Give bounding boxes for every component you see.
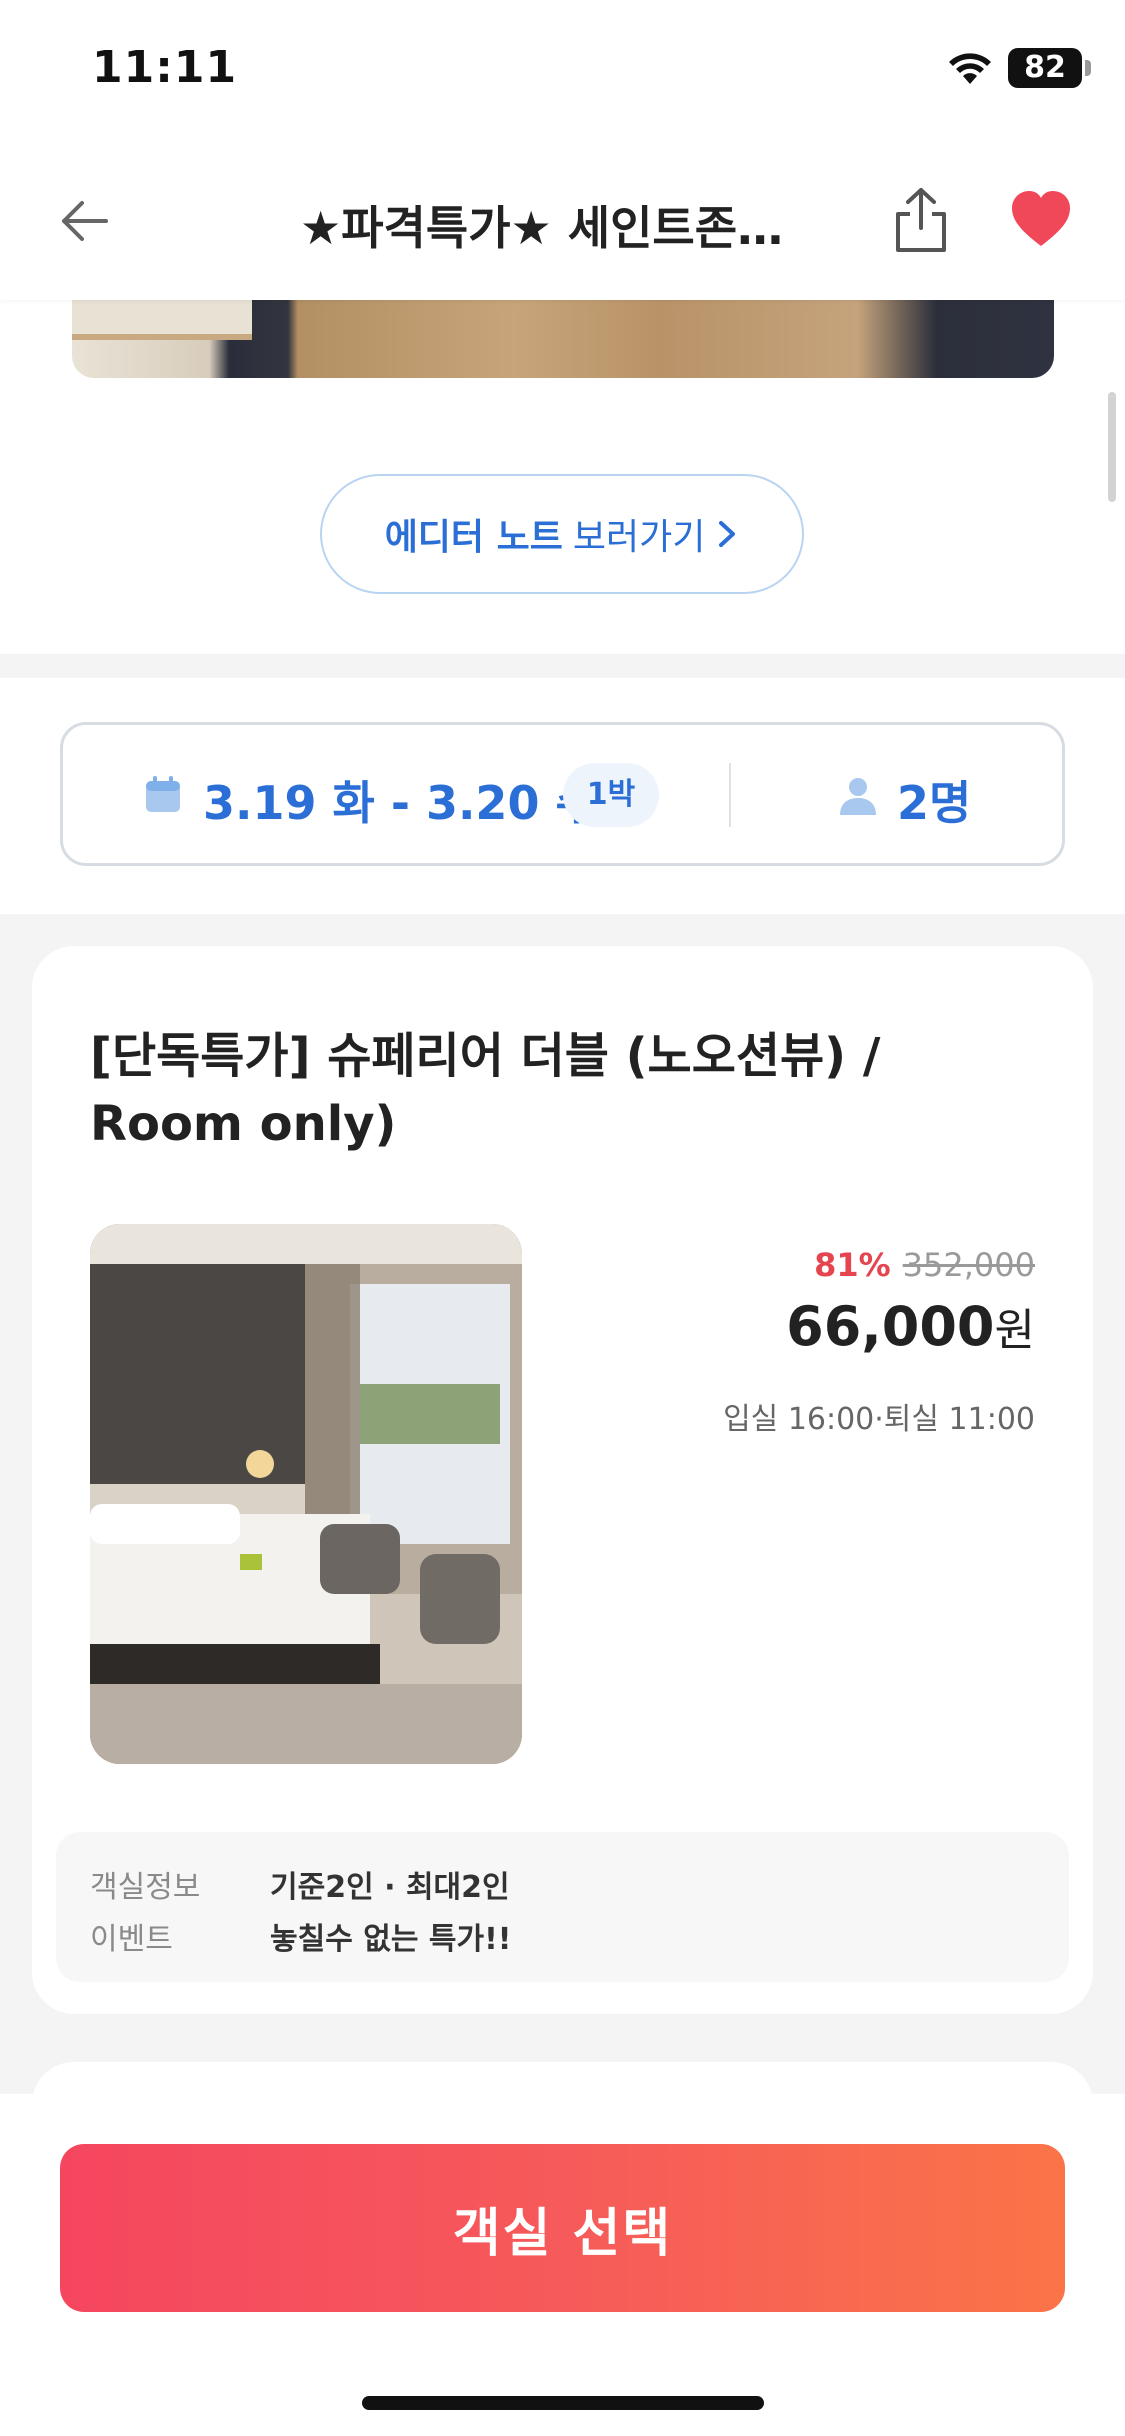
arrow-left-icon: [62, 201, 108, 241]
sale-price: 66,000: [786, 1295, 995, 1358]
room-photo[interactable]: [90, 1224, 522, 1764]
date-range[interactable]: 3.19 화 - 3.20 수: [203, 767, 598, 833]
room-title: [단독특가] 슈페리어 더블 (노오션뷰) / Room only): [90, 1028, 881, 1152]
hotel-gallery-image[interactable]: [72, 300, 1054, 378]
checkin-checkout-time: 입실 16:00·퇴실 11:00: [723, 1402, 1035, 1437]
room-card[interactable]: [단독특가] 슈페리어 더블 (노오션뷰) / Room only) 81% 35…: [32, 946, 1093, 2014]
bottom-action-bar: 객실 선택: [0, 2094, 1125, 2436]
original-price: 352,000: [902, 1246, 1035, 1284]
top-nav-header: ★파격특가★ 세인트존스...: [0, 140, 1125, 300]
divider: [729, 763, 731, 827]
room-info-box: 객실정보 기준2인 · 최대2인 이벤트 놓칠수 없는 특가!!: [56, 1832, 1069, 1982]
info-value: 기준2인 · 최대2인: [270, 1870, 510, 1905]
heart-icon[interactable]: [1008, 186, 1074, 252]
person-icon: [840, 778, 876, 815]
editor-note-button[interactable]: 에디터 노트 보러가기: [320, 474, 804, 594]
calendar-icon: [146, 776, 180, 812]
page-title: ★파격특가★ 세인트존스...: [300, 201, 820, 255]
info-row-room: 객실정보 기준2인 · 최대2인: [90, 1862, 510, 1906]
section-divider: [0, 654, 1125, 678]
price-block: 81% 352,000 66,000원 입실 16:00·퇴실 11:00: [635, 1246, 1035, 1438]
guest-count[interactable]: 2명: [897, 767, 971, 833]
nights-badge: 1박: [563, 763, 659, 827]
discount-rate: 81%: [814, 1246, 891, 1284]
home-indicator[interactable]: [362, 2396, 764, 2410]
back-button[interactable]: [50, 186, 120, 256]
status-time: 11:11: [92, 42, 238, 93]
wifi-icon: [949, 53, 991, 84]
info-key: 이벤트: [90, 1922, 173, 1957]
status-bar: 11:11 82: [0, 0, 1125, 140]
info-key: 객실정보: [90, 1870, 201, 1905]
info-value: 놓칠수 없는 특가!!: [270, 1922, 512, 1957]
scrollbar[interactable]: [1108, 392, 1116, 502]
date-guest-selector[interactable]: 3.19 화 - 3.20 수 1박 2명: [60, 722, 1065, 866]
hero-image-detail: [72, 300, 252, 340]
room-photo-illustration: [90, 1224, 522, 1764]
battery-tip: [1085, 60, 1091, 76]
editor-note-sub-label: 보러가기: [572, 517, 706, 558]
share-icon[interactable]: [888, 184, 954, 256]
currency-unit: 원: [994, 1305, 1035, 1356]
info-row-event: 이벤트 놓칠수 없는 특가!!: [90, 1914, 511, 1958]
editor-note-label: 에디터 노트: [384, 517, 563, 558]
select-room-label: 객실 선택: [452, 2203, 673, 2264]
battery-icon: 82: [1008, 48, 1082, 88]
chevron-right-icon: [719, 521, 736, 547]
select-room-button[interactable]: 객실 선택: [60, 2144, 1065, 2312]
